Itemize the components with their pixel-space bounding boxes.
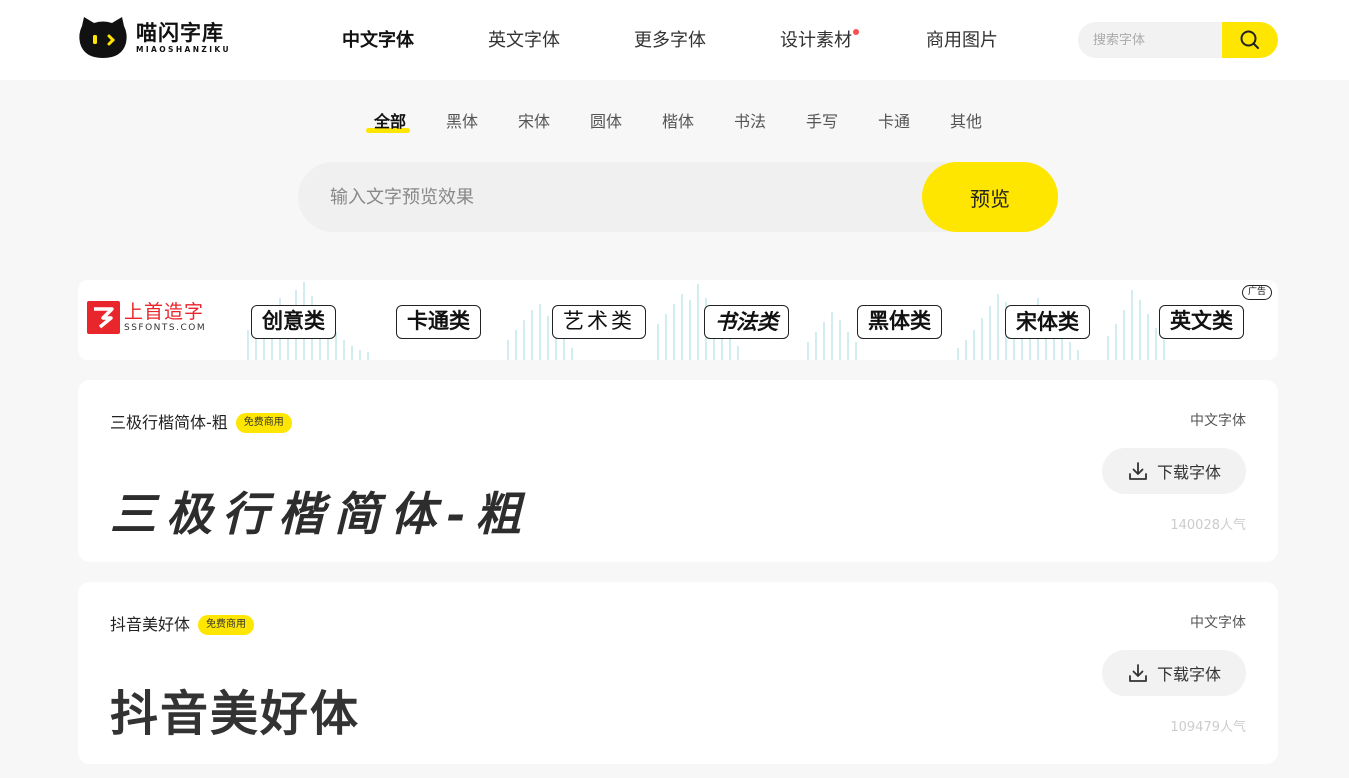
category-other[interactable]: 其他 [950,110,982,134]
category-heiti[interactable]: 黑体 [446,110,478,134]
ad-tag-creative[interactable]: 创意类 [251,305,336,339]
ad-tag-songti[interactable]: 宋体类 [1005,305,1090,339]
nav-chinese-fonts[interactable]: 中文字体 [336,28,416,54]
nav-commercial-images[interactable]: 商用图片 [926,28,998,54]
ad-logo-name: 上首造字 [124,301,205,323]
download-icon [1129,462,1147,480]
header-search [1078,22,1278,58]
font-name[interactable]: 三极行楷简体-粗 [110,412,228,434]
nav-design-materials[interactable]: 设计素材 [780,28,859,54]
new-dot-badge [853,29,859,35]
popularity-count: 109479人气 [1170,720,1246,735]
category-calligraphy[interactable]: 书法 [734,110,766,134]
nav-english-fonts[interactable]: 英文字体 [488,28,560,54]
font-category: 中文字体 [1190,615,1246,631]
popularity-count: 140028人气 [1170,518,1246,533]
search-input[interactable] [1078,22,1222,58]
font-preview-text[interactable]: 三极行楷简体-粗 [110,478,531,544]
ad-tag-calligraphy[interactable]: 书法类 [704,305,789,339]
ad-tag-english[interactable]: 英文类 [1159,305,1244,339]
ad-tag-cartoon[interactable]: 卡通类 [396,305,481,339]
cat-logo-icon [78,16,128,60]
font-preview-text[interactable]: 抖音美好体 [110,674,360,744]
category-handwriting[interactable]: 手写 [806,110,838,134]
preview-bar: 预览 [298,162,1058,232]
ad-tag-heiti[interactable]: 黑体类 [857,305,942,339]
site-logo[interactable]: 喵闪字库 MIAOSHANZIKU [78,16,231,60]
category-kaiti[interactable]: 楷体 [662,110,694,134]
logo-name: 喵闪字库 [136,21,224,45]
font-name[interactable]: 抖音美好体 [110,614,190,636]
site-header: 喵闪字库 MIAOSHANZIKU 中文字体 英文字体 更多字体 设计素材 商用… [0,0,1349,80]
category-yuanti[interactable]: 圆体 [590,110,622,134]
preview-button[interactable]: 预览 [922,162,1058,232]
ad-logo-subtitle: SSFONTS.COM [124,323,207,333]
category-filter: 全部 黑体 宋体 圆体 楷体 书法 手写 卡通 其他 [0,110,1349,136]
ad-label-badge: 广告 [1241,285,1272,300]
download-icon [1129,664,1147,682]
ssfonts-logo: 上首造字 SSFONTS.COM [87,301,206,334]
category-cartoon[interactable]: 卡通 [878,110,910,134]
ad-tag-art[interactable]: 艺术类 [552,305,646,339]
font-card[interactable]: 抖音美好体 免费商用 中文字体 抖音美好体 下载字体 109479人气 [78,582,1278,764]
ad-banner[interactable]: 上首造字 SSFONTS.COM 创意类 卡通类 艺术类 书法类 黑体类 宋体类… [78,280,1278,360]
download-font-button[interactable]: 下载字体 [1102,448,1246,494]
preview-text-input[interactable] [298,162,918,232]
logo-subtitle: MIAOSHANZIKU [136,45,231,54]
free-commercial-badge: 免费商用 [198,615,255,635]
search-icon [1240,30,1259,49]
download-font-button[interactable]: 下载字体 [1102,650,1246,696]
ssfonts-logo-icon [87,301,120,334]
category-songti[interactable]: 宋体 [518,110,550,134]
font-card[interactable]: 三极行楷简体-粗 免费商用 中文字体 三极行楷简体-粗 下载字体 140028人… [78,380,1278,562]
search-button[interactable] [1222,22,1278,58]
free-commercial-badge: 免费商用 [235,413,292,433]
nav-more-fonts[interactable]: 更多字体 [634,28,706,54]
category-all[interactable]: 全部 [366,110,411,134]
font-category: 中文字体 [1190,413,1246,429]
